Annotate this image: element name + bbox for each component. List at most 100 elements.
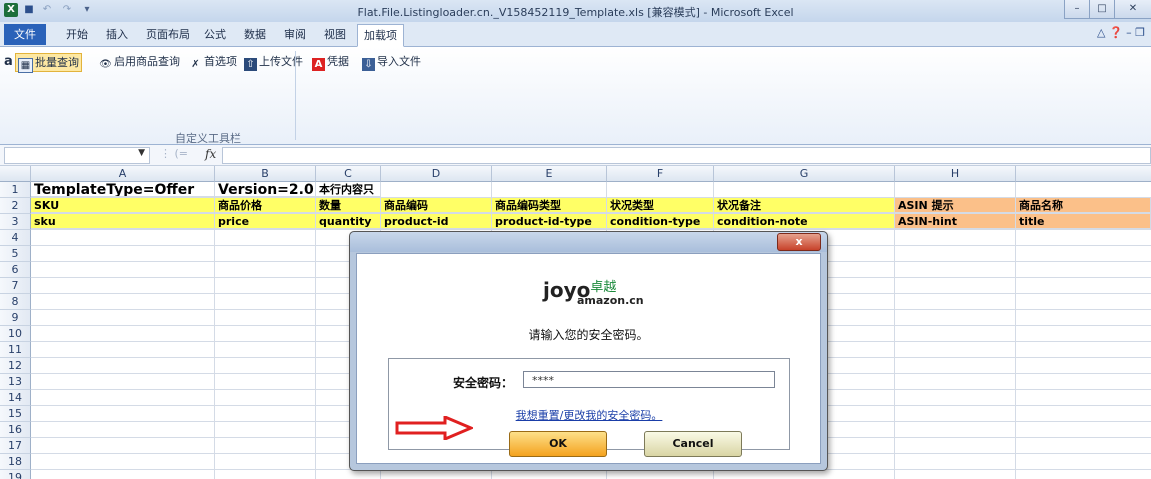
tab-file[interactable]: 文件	[4, 24, 46, 45]
formula-input[interactable]	[222, 147, 1151, 164]
maximize-button[interactable]: □	[1089, 0, 1115, 19]
cell-g3[interactable]: condition-note	[714, 214, 895, 229]
tab-review[interactable]: 审阅	[278, 26, 312, 45]
enable-product-query-button[interactable]: 👁 启用商品查询	[97, 53, 182, 70]
dialog-close-button[interactable]: x	[777, 233, 821, 251]
column-header-f[interactable]: F	[607, 166, 714, 182]
cell-a1[interactable]: TemplateType=Offer	[31, 182, 215, 197]
tab-insert[interactable]: 插入	[100, 26, 134, 45]
import-file-label: 导入文件	[377, 55, 421, 68]
cell-e3[interactable]: product-id-type	[492, 214, 607, 229]
row-header[interactable]: 5	[0, 246, 31, 262]
cell-d2[interactable]: 商品编码	[381, 198, 492, 213]
cancel-button[interactable]: Cancel	[644, 431, 742, 457]
cell-b2[interactable]: 商品价格	[215, 198, 316, 213]
import-icon: ⇩	[362, 58, 375, 71]
row-header[interactable]: 13	[0, 374, 31, 390]
ok-button[interactable]: OK	[509, 431, 607, 457]
row-header[interactable]: 12	[0, 358, 31, 374]
credentials-button[interactable]: A 凭据	[310, 53, 351, 71]
column-header-e[interactable]: E	[492, 166, 607, 182]
row-header[interactable]: 3	[0, 214, 31, 230]
preferences-button[interactable]: ✗ 首选项	[187, 53, 239, 70]
column-header-c[interactable]: C	[316, 166, 381, 182]
cell-f3[interactable]: condition-type	[607, 214, 714, 229]
tab-addins[interactable]: 加载项	[357, 24, 404, 47]
cell-f2[interactable]: 状况类型	[607, 198, 714, 213]
row-header[interactable]: 2	[0, 198, 31, 214]
tab-formulas[interactable]: 公式	[198, 26, 232, 45]
ribbon-body: a ▦ 批量查询 👁 启用商品查询 ✗ 首选项 ⇧ 上传文件 A 凭据 ⇩ 导入文件 自定义…	[0, 47, 1151, 145]
cell-h2[interactable]: ASIN 提示	[895, 198, 1016, 213]
formula-bar: ▼ ⋮ (= fx	[0, 145, 1151, 166]
password-field[interactable]: ****	[523, 371, 775, 388]
column-header-i[interactable]	[1016, 166, 1151, 182]
cell-c1[interactable]: 本行内容只	[316, 182, 381, 197]
column-header-h[interactable]: H	[895, 166, 1016, 182]
title-bar: X ■ ↶ ↷ ▾ Flat.File.Listingloader.cn._V1…	[0, 0, 1151, 22]
row-header[interactable]: 16	[0, 422, 31, 438]
enable-product-query-label: 启用商品查询	[114, 55, 180, 68]
grid-icon: ▦	[18, 58, 33, 73]
tools-icon: ✗	[191, 59, 200, 70]
cell-c2[interactable]: 数量	[316, 198, 381, 213]
password-label: 安全密码：	[453, 376, 514, 390]
row-header[interactable]: 15	[0, 406, 31, 422]
name-box[interactable]: ▼	[4, 147, 150, 164]
cell-i3[interactable]: title	[1016, 214, 1151, 229]
row-header[interactable]: 17	[0, 438, 31, 454]
column-header-d[interactable]: D	[381, 166, 492, 182]
minimize-button[interactable]: –	[1064, 0, 1090, 19]
column-header-b[interactable]: B	[215, 166, 316, 182]
group-separator	[295, 51, 296, 140]
cell-h3[interactable]: ASIN-hint	[895, 214, 1016, 229]
tab-home[interactable]: 开始	[60, 26, 94, 45]
row-header[interactable]: 7	[0, 278, 31, 294]
cell-a3[interactable]: sku	[31, 214, 215, 229]
cell-b1[interactable]: Version=2.0	[215, 182, 316, 197]
group-label: 自定义工具栏	[175, 132, 241, 145]
chevron-down-icon[interactable]: ▼	[138, 148, 145, 158]
tab-page-layout[interactable]: 页面布局	[140, 26, 196, 45]
joyo-amazon-logo: joyo卓越 amazon.cn	[543, 276, 644, 307]
credential-icon: A	[312, 58, 325, 71]
cell-g2[interactable]: 状况备注	[714, 198, 895, 213]
import-file-button[interactable]: ⇩ 导入文件	[360, 53, 423, 71]
row-header[interactable]: 1	[0, 182, 31, 198]
select-all-corner[interactable]	[0, 166, 31, 182]
help-icon[interactable]: ❓	[1109, 26, 1123, 39]
column-header-g[interactable]: G	[714, 166, 895, 182]
row-header[interactable]: 11	[0, 342, 31, 358]
ribbon-tabs: 文件 开始 插入 页面布局 公式 数据 审阅 视图 加载项 △ ❓ – ❐	[0, 22, 1151, 47]
tab-data[interactable]: 数据	[238, 26, 272, 45]
tab-view[interactable]: 视图	[318, 26, 352, 45]
row-header[interactable]: 10	[0, 326, 31, 342]
row-header[interactable]: 19	[0, 470, 31, 479]
cell-b3[interactable]: price	[215, 214, 316, 229]
eye-icon: 👁	[99, 59, 112, 70]
cell-a2[interactable]: SKU	[31, 198, 215, 213]
row-header[interactable]: 6	[0, 262, 31, 278]
logo-amazon-text: amazon.cn	[577, 294, 644, 307]
formula-separator: ⋮ (=	[160, 147, 189, 160]
cell-e2[interactable]: 商品编码类型	[492, 198, 607, 213]
preferences-label: 首选项	[204, 55, 237, 68]
column-header-a[interactable]: A	[31, 166, 215, 182]
row-header[interactable]: 4	[0, 230, 31, 246]
cell-d3[interactable]: product-id	[381, 214, 492, 229]
dialog-title-bar: x	[350, 232, 827, 252]
cell-c3[interactable]: quantity	[316, 214, 381, 229]
batch-query-button[interactable]: ▦ 批量查询	[15, 53, 82, 73]
amazon-logo-icon: a	[4, 54, 13, 69]
upload-file-label: 上传文件	[259, 55, 303, 68]
help-controls[interactable]: △ ❓ – ❐	[1097, 26, 1145, 39]
window-title: Flat.File.Listingloader.cn._V158452119_T…	[357, 6, 794, 19]
row-header[interactable]: 9	[0, 310, 31, 326]
row-header[interactable]: 14	[0, 390, 31, 406]
row-header[interactable]: 18	[0, 454, 31, 470]
cell-i2[interactable]: 商品名称	[1016, 198, 1151, 213]
row-header[interactable]: 8	[0, 294, 31, 310]
close-window-button[interactable]: ✕	[1114, 0, 1151, 19]
batch-query-label: 批量查询	[35, 56, 79, 69]
fx-icon[interactable]: fx	[205, 147, 216, 161]
